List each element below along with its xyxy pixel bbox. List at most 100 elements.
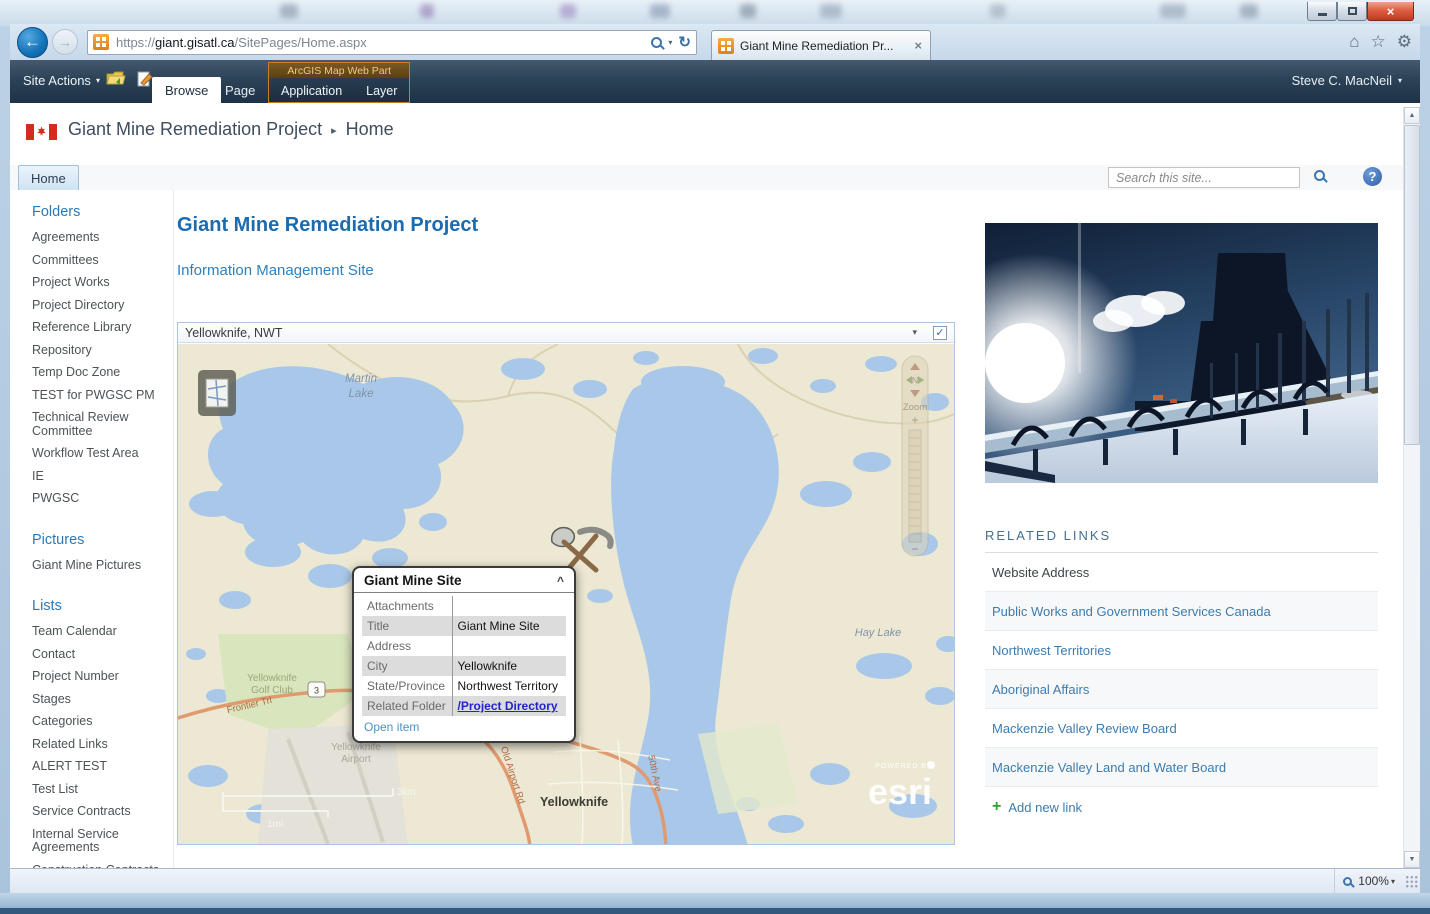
list-item: Mackenzie Valley Land and Water Board <box>985 748 1378 787</box>
zoom-in-icon[interactable]: + <box>911 413 918 427</box>
window-bottom-frame <box>0 893 1430 914</box>
search-go-icon[interactable] <box>1314 170 1325 181</box>
sidebar-item-workflow-test-area[interactable]: Workflow Test Area <box>32 447 163 461</box>
help-icon[interactable]: ? <box>1363 167 1382 186</box>
sidebar-item-repository[interactable]: Repository <box>32 344 163 358</box>
sidebar-item-team-calendar[interactable]: Team Calendar <box>32 625 163 639</box>
window-maximize-button[interactable] <box>1337 2 1367 21</box>
vertical-scrollbar[interactable]: ▲ ▼ <box>1403 107 1420 868</box>
browser-tab[interactable]: Giant Mine Remediation Pr... × <box>711 30 931 60</box>
sidebar-item-stages[interactable]: Stages <box>32 693 163 707</box>
window-minimize-button[interactable] <box>1307 2 1337 21</box>
map-zoom-control[interactable]: N Zoom + − <box>902 356 928 556</box>
ribbon-tab-application[interactable]: Application <box>269 84 354 98</box>
list-item: Mackenzie Valley Review Board <box>985 709 1378 748</box>
forward-button[interactable]: → <box>52 29 78 55</box>
back-button[interactable]: ← <box>17 27 48 58</box>
address-bar[interactable]: https://giant.gisatl.ca/SitePages/Home.a… <box>87 30 697 55</box>
webpart-menu-icon[interactable]: ▾ <box>912 327 917 338</box>
zoom-dropdown-icon[interactable]: ▾ <box>1391 877 1395 886</box>
sidebar-item-service-contracts[interactable]: Service Contracts <box>32 805 163 819</box>
sharepoint-ribbon: Site Actions▾ Browse Page ArcGIS Map Web… <box>10 60 1420 103</box>
basemap-button[interactable] <box>198 370 236 416</box>
zoom-out-icon[interactable]: − <box>911 542 918 556</box>
list-item: Website Address <box>985 553 1378 592</box>
navigate-up-icon[interactable] <box>106 70 126 86</box>
scale-mi-label: 1mi <box>267 819 283 830</box>
home-icon[interactable]: ⌂ <box>1349 32 1359 52</box>
user-menu[interactable]: Steve C. MacNeil▾ <box>1292 73 1402 88</box>
sidebar-item-project-number[interactable]: Project Number <box>32 670 163 684</box>
sidebar-item-test-list[interactable]: Test List <box>32 783 163 797</box>
search-icon[interactable] <box>651 37 662 48</box>
sidebar-item-internal-service-agreements[interactable]: Internal Service Agreements <box>32 828 163 855</box>
related-links-webpart: RELATED LINKS Website Address Public Wor… <box>985 528 1378 815</box>
window-close-button[interactable]: × <box>1367 2 1414 21</box>
link-northwest-territories[interactable]: Northwest Territories <box>992 643 1111 658</box>
link-mackenzie-valley-review-board[interactable]: Mackenzie Valley Review Board <box>992 721 1177 736</box>
scroll-up-icon[interactable]: ▲ <box>1404 107 1420 124</box>
link-website-address[interactable]: Website Address <box>992 565 1089 580</box>
sidebar-item-ie[interactable]: IE <box>32 470 163 484</box>
sidebar-item-temp-doc-zone[interactable]: Temp Doc Zone <box>32 366 163 380</box>
link-mackenzie-valley-land-water-board[interactable]: Mackenzie Valley Land and Water Board <box>992 760 1226 775</box>
sidebar-item-technical-review-committee[interactable]: Technical Review Committee <box>32 411 163 438</box>
desktop-background <box>0 0 1430 26</box>
tab-home[interactable]: Home <box>18 165 79 190</box>
sidebar-item-giant-mine-pictures[interactable]: Giant Mine Pictures <box>32 559 163 573</box>
sidebar-item-committees[interactable]: Committees <box>32 254 163 268</box>
search-input[interactable] <box>1108 167 1300 188</box>
map-webpart: Yellowknife, NWT ▾ ✓ <box>177 322 955 845</box>
site-header: Giant Mine Remediation Project ▸ Home <box>10 103 1420 165</box>
zoom-control[interactable]: 100% <box>1343 874 1389 888</box>
settings-gear-icon[interactable]: ⚙ <box>1397 32 1412 52</box>
sidebar-item-project-directory[interactable]: Project Directory <box>32 299 163 313</box>
ribbon-tab-browse[interactable]: Browse <box>152 77 221 103</box>
favorites-star-icon[interactable]: ☆ <box>1371 32 1386 52</box>
table-row: Related Folder/Project Directory <box>362 696 566 716</box>
sidebar-item-categories[interactable]: Categories <box>32 715 163 729</box>
zoom-label: Zoom <box>903 402 927 413</box>
open-item-link[interactable]: Open item <box>354 716 574 741</box>
breadcrumb-site-title[interactable]: Giant Mine Remediation Project <box>68 119 322 140</box>
desktop-icon-blur <box>990 4 1006 18</box>
page-content: Folders Agreements Committees Project Wo… <box>10 190 1403 868</box>
sidebar-item-contact[interactable]: Contact <box>32 648 163 662</box>
sharepoint-favicon-icon <box>93 34 109 50</box>
refresh-icon[interactable]: ↻ <box>678 33 691 51</box>
ribbon-tab-page[interactable]: Page <box>212 77 268 103</box>
sidebar-item-agreements[interactable]: Agreements <box>32 231 163 245</box>
popup-collapse-icon[interactable]: ^ <box>557 574 564 588</box>
sidebar-item-pwgsc[interactable]: PWGSC <box>32 492 163 506</box>
webpart-checkbox[interactable]: ✓ <box>933 326 947 340</box>
arcgis-map[interactable]: 3 Martin Lake Hay Lake Yellowknife Yello… <box>178 344 954 844</box>
sidebar-heading-pictures[interactable]: Pictures <box>32 532 163 548</box>
scrollbar-thumb[interactable] <box>1404 125 1420 445</box>
ribbon-tab-layer[interactable]: Layer <box>354 84 409 98</box>
popup-title: Giant Mine Site <box>364 573 462 588</box>
sidebar-item-project-works[interactable]: Project Works <box>32 276 163 290</box>
site-actions-menu[interactable]: Site Actions▾ <box>23 73 100 88</box>
zoom-level: 100% <box>1358 874 1389 888</box>
canada-flag-icon <box>26 124 57 145</box>
sidebar-item-reference-library[interactable]: Reference Library <box>32 321 163 335</box>
add-plus-icon: + <box>992 799 1001 815</box>
related-folder-link[interactable]: /Project Directory <box>452 696 566 716</box>
link-aboriginal-affairs[interactable]: Aboriginal Affairs <box>992 682 1089 697</box>
sidebar-heading-folders[interactable]: Folders <box>32 204 163 220</box>
add-new-link-button[interactable]: + Add new link <box>985 799 1378 815</box>
browser-viewport: Site Actions▾ Browse Page ArcGIS Map Web… <box>10 60 1420 893</box>
edit-page-icon[interactable] <box>137 70 153 88</box>
desktop-icon-blur <box>1240 4 1258 18</box>
sidebar-heading-lists[interactable]: Lists <box>32 598 163 614</box>
sidebar-item-related-links[interactable]: Related Links <box>32 738 163 752</box>
sidebar-item-test-for-pwgsc-pm[interactable]: TEST for PWGSC PM <box>32 389 163 403</box>
search-dropdown-icon[interactable]: ▾ <box>668 38 672 47</box>
page-subtitle: Information Management Site <box>177 262 374 279</box>
toolbar-right-icons: ⌂ ☆ ⚙ <box>1349 32 1412 52</box>
scroll-down-icon[interactable]: ▼ <box>1404 851 1420 868</box>
tab-close-icon[interactable]: × <box>912 38 924 53</box>
sidebar-item-alert-test[interactable]: ALERT TEST <box>32 760 163 774</box>
resize-grip[interactable] <box>1405 875 1418 888</box>
link-pwgsc[interactable]: Public Works and Government Services Can… <box>992 604 1271 619</box>
